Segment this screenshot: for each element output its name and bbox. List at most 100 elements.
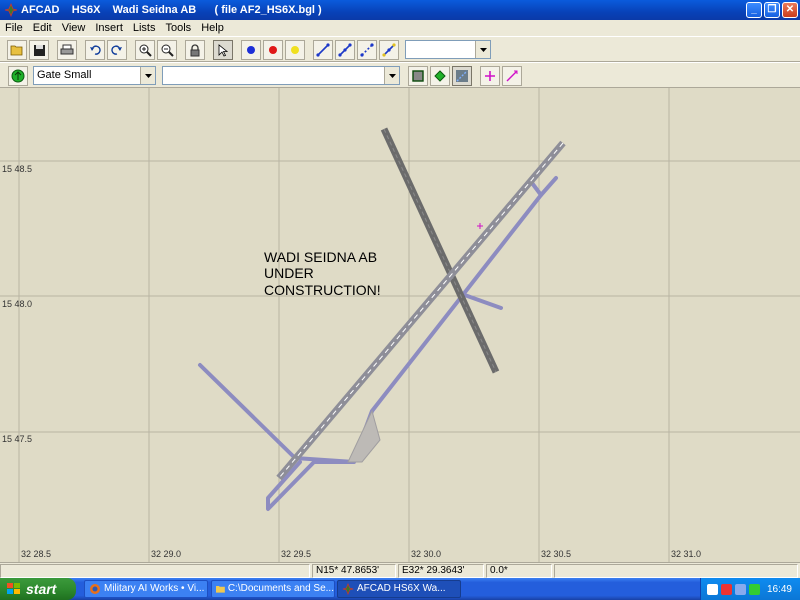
draw-runway-path-button[interactable]	[357, 40, 377, 60]
window-title: AFCAD HS6X Wadi Seidna AB ( file AF2_HS6…	[21, 4, 322, 16]
open-file-button[interactable]	[7, 40, 27, 60]
afcad-app-icon	[4, 3, 18, 17]
green-circle-icon	[11, 69, 25, 83]
volume-icon[interactable]	[734, 583, 746, 595]
lock-icon	[190, 43, 200, 56]
undo-icon	[90, 45, 101, 55]
blue-dot-icon	[247, 46, 255, 54]
title-bar: AFCAD HS6X Wadi Seidna AB ( file AF2_HS6…	[0, 0, 800, 20]
afcad-app-icon	[342, 583, 354, 595]
floppy-disk-icon	[33, 44, 45, 56]
status-bar: N15* 47.8653' E32* 29.3643' 0.0*	[0, 562, 800, 578]
menu-edit[interactable]: Edit	[28, 22, 57, 34]
folder-icon	[216, 586, 225, 593]
status-latitude: N15* 47.8653'	[312, 564, 396, 578]
add-ils-button[interactable]	[502, 66, 522, 86]
system-tray: 16:49	[700, 578, 800, 600]
clock: 16:49	[766, 583, 792, 595]
menu-insert[interactable]: Insert	[90, 22, 128, 34]
chevron-down-icon	[140, 67, 155, 84]
square-frame-icon	[412, 70, 424, 82]
lon-label: 32 28.5	[21, 549, 51, 559]
main-toolbar	[0, 36, 800, 62]
object-type-value: Gate Small	[37, 69, 92, 81]
path-type-dropdown[interactable]	[405, 40, 491, 59]
lon-labels: 32 28.5 32 29.0 32 29.5 32 30.0 32 30.5 …	[21, 549, 701, 559]
status-heading: 0.0*	[486, 564, 552, 578]
green-diamond-icon	[434, 70, 446, 82]
menu-view[interactable]: View	[57, 22, 91, 34]
construction-note: WADI SEIDNA AB UNDER CONSTRUCTION!	[264, 249, 381, 298]
add-tower-button[interactable]	[480, 66, 500, 86]
lock-button[interactable]	[185, 40, 205, 60]
draw-vehicle-path-button[interactable]	[379, 40, 399, 60]
draw-path-button[interactable]	[313, 40, 333, 60]
chevron-down-icon	[475, 41, 490, 58]
windows-flag-icon	[7, 583, 20, 594]
lon-label: 32 29.5	[281, 549, 311, 559]
close-button[interactable]: ✕	[782, 2, 798, 18]
save-button[interactable]	[29, 40, 49, 60]
security-icon[interactable]	[720, 583, 732, 595]
print-button[interactable]	[57, 40, 77, 60]
show-paths-toggle[interactable]	[452, 66, 472, 86]
map-canvas[interactable]: 15 48.5 15 48.0 15 47.5 32 28.5 32 29.0 …	[0, 88, 800, 562]
folder-open-icon	[10, 45, 23, 56]
minimize-button[interactable]: _	[746, 2, 762, 18]
cursor-arrow-icon	[218, 43, 228, 57]
firefox-icon	[90, 584, 100, 594]
tower-marker	[477, 223, 483, 229]
runway-main	[276, 140, 566, 481]
menu-bar: File Edit View Insert Lists Tools Help	[0, 20, 800, 36]
add-blue-node-button[interactable]	[241, 40, 261, 60]
dashed-line-icon	[360, 43, 374, 57]
lon-label: 32 30.0	[411, 549, 441, 559]
add-red-node-button[interactable]	[263, 40, 283, 60]
taskbar-item-afcad[interactable]: AFCAD HS6X Wa...	[337, 580, 461, 598]
object-type-dropdown[interactable]: Gate Small	[33, 66, 156, 85]
select-tool-button[interactable]	[213, 40, 233, 60]
note-line: UNDER	[264, 265, 314, 281]
maximize-button[interactable]: ❐	[764, 2, 780, 18]
magenta-line-icon	[506, 70, 518, 82]
status-longitude: E32* 29.3643'	[398, 564, 484, 578]
magenta-plus-icon	[485, 71, 495, 81]
lat-labels: 15 48.5 15 48.0 15 47.5	[2, 164, 32, 444]
lon-label: 32 31.0	[671, 549, 701, 559]
menu-tools[interactable]: Tools	[161, 22, 197, 34]
airport-map-view[interactable]: 15 48.5 15 48.0 15 47.5 32 28.5 32 29.0 …	[0, 88, 800, 562]
zoom-in-icon	[139, 44, 152, 57]
add-yellow-node-button[interactable]	[285, 40, 305, 60]
update-icon[interactable]	[748, 583, 760, 595]
printer-icon	[60, 44, 74, 54]
marker-tool-button[interactable]	[430, 66, 450, 86]
zoom-out-button[interactable]	[157, 40, 177, 60]
redo-button[interactable]	[107, 40, 127, 60]
undo-button[interactable]	[85, 40, 105, 60]
chevron-down-icon	[384, 67, 399, 84]
secondary-dropdown[interactable]	[162, 66, 400, 85]
add-object-button[interactable]	[8, 66, 28, 86]
lat-label: 15 48.0	[2, 299, 32, 309]
start-label: start	[26, 581, 57, 597]
taxiway-loop	[293, 456, 356, 464]
menu-help[interactable]: Help	[196, 22, 229, 34]
object-toolbar: Gate Small	[0, 62, 800, 88]
draw-taxiway-button[interactable]	[335, 40, 355, 60]
lat-label: 15 47.5	[2, 434, 32, 444]
note-line: CONSTRUCTION!	[264, 282, 381, 298]
network-icon[interactable]	[706, 583, 718, 595]
zoom-in-button[interactable]	[135, 40, 155, 60]
start-button[interactable]: start	[0, 578, 76, 600]
blue-line-icon	[338, 43, 352, 57]
menu-lists[interactable]: Lists	[128, 22, 161, 34]
lon-label: 32 30.5	[541, 549, 571, 559]
path-display-icon	[456, 70, 468, 82]
taskbar: start Military AI Works • Vi... C:\Docum…	[0, 578, 800, 600]
task-label: Military AI Works • Vi...	[104, 583, 205, 594]
taskbar-item-explorer[interactable]: C:\Documents and Se...	[211, 580, 335, 598]
taskbar-item-browser[interactable]: Military AI Works • Vi...	[84, 580, 208, 598]
boundary-tool-button[interactable]	[408, 66, 428, 86]
menu-file[interactable]: File	[0, 22, 28, 34]
status-panel-right	[554, 564, 798, 578]
